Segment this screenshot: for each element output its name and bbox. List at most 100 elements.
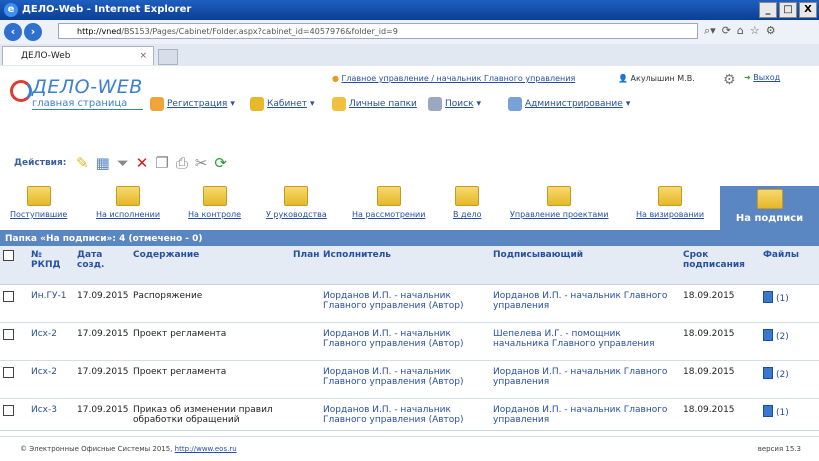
actions-label: Действия: <box>14 158 67 168</box>
delete-icon[interactable]: ✕ <box>136 154 149 172</box>
home-icon[interactable]: ⌂ <box>737 24 744 38</box>
exit-link[interactable]: ➜ Выход <box>744 73 780 82</box>
department-path[interactable]: ● Главное управление / начальник Главног… <box>332 74 575 83</box>
folder-icon <box>756 189 783 209</box>
copy-icon[interactable]: ❐ <box>155 154 168 172</box>
col-num-header[interactable]: № РКПД <box>28 246 74 285</box>
address-bar-row: ‹ › http://vned/BS153/Pages/Cabinet/Fold… <box>0 20 819 45</box>
folder-management[interactable]: У руководства <box>266 186 327 219</box>
doc-files[interactable]: (2) <box>760 322 819 361</box>
cabinet-icon <box>250 97 264 111</box>
doc-signer[interactable]: Иорданов И.П. - начальник Главного управ… <box>490 360 680 399</box>
doc-executor[interactable]: Иорданов И.П. - начальник Главного управ… <box>320 322 490 361</box>
doc-number[interactable]: Ин.ГУ-1 <box>28 284 74 323</box>
home-link[interactable]: главная страница <box>32 98 143 110</box>
doc-executor[interactable]: Иорданов И.П. - начальник Главного управ… <box>320 360 490 399</box>
folder-in-execution[interactable]: На исполнении <box>96 186 160 219</box>
settings-gear-icon[interactable]: ⚙ <box>766 24 776 38</box>
close-tab-icon[interactable]: × <box>139 47 147 65</box>
menu-registration[interactable]: Регистрация ▾ <box>150 97 235 111</box>
doc-executor[interactable]: Иорданов И.П. - начальник Главного управ… <box>320 284 490 323</box>
folder-icon <box>376 186 401 206</box>
print-icon[interactable]: ⎙ <box>176 154 188 172</box>
app-logo[interactable]: ДЕЛО-WEB главная страница <box>10 76 143 110</box>
menu-cabinet[interactable]: Кабинет ▾ <box>250 97 315 111</box>
chevron-down-icon: ▾ <box>625 99 631 109</box>
file-icon <box>763 329 773 341</box>
doc-number[interactable]: Исх-2 <box>28 322 74 361</box>
file-icon <box>763 291 773 303</box>
col-content-header[interactable]: Содержание <box>130 246 290 285</box>
menu-personal-folders[interactable]: Личные папки <box>332 97 417 111</box>
logo-text: ДЕЛО-WEB <box>32 76 143 98</box>
forward-arrow-icon[interactable]: › <box>24 23 42 41</box>
eos-link[interactable]: http://www.eos.ru <box>175 445 237 453</box>
row-checkbox[interactable] <box>3 291 14 302</box>
doc-content: Проект регламента <box>130 360 290 399</box>
table-row[interactable]: Исх-2 17.09.2015 Проект регламента Иорда… <box>0 322 819 361</box>
documents-table: № РКПД Дата созд. Содержание План Исполн… <box>0 246 819 437</box>
actions-toolbar: ✎ ▦ ⏷ ✕ ❐ ⎙ ✂ ⟳ <box>76 154 227 172</box>
doc-signer[interactable]: Иорданов И.П. - начальник Главного управ… <box>490 284 680 323</box>
col-plan-header[interactable]: План <box>290 246 320 285</box>
folder-on-signature[interactable]: На подписи <box>720 186 819 230</box>
refresh-icon[interactable]: ⟳ <box>722 24 731 38</box>
admin-icon <box>508 97 522 111</box>
select-all-checkbox[interactable] <box>3 250 14 261</box>
doc-plan <box>290 322 320 361</box>
search-dropdown-icon[interactable]: ⌕▾ <box>704 24 716 38</box>
file-icon <box>763 367 773 379</box>
browser-tab[interactable]: ДЕЛО-Web × <box>2 46 154 65</box>
menu-search[interactable]: Поиск ▾ <box>428 97 481 111</box>
edit-document-icon[interactable]: ✎ <box>76 154 89 172</box>
tab-label: ДЕЛО-Web <box>21 51 71 61</box>
folder-icon <box>547 186 572 206</box>
row-checkbox[interactable] <box>3 405 14 416</box>
table-row[interactable]: Ин.ГУ-1 17.09.2015 Распоряжение Иорданов… <box>0 284 819 323</box>
doc-deadline: 18.09.2015 <box>680 360 760 399</box>
folder-to-file[interactable]: В дело <box>453 186 482 219</box>
department-icon: ● <box>332 74 339 83</box>
col-executor-header[interactable]: Исполнитель <box>320 246 490 285</box>
doc-number[interactable]: Исх-2 <box>28 360 74 399</box>
restore-button[interactable]: □ <box>779 2 797 18</box>
back-arrow-icon[interactable]: ‹ <box>4 23 22 41</box>
page-footer: © Электронные Офисные Системы 2015, http… <box>0 430 819 461</box>
new-tab-button[interactable] <box>158 49 178 65</box>
doc-content: Распоряжение <box>130 284 290 323</box>
doc-files[interactable]: (2) <box>760 360 819 399</box>
minimize-button[interactable]: _ <box>759 2 777 18</box>
exit-arrow-icon: ➜ <box>744 73 751 82</box>
select-all-header <box>0 246 28 285</box>
refresh-list-icon[interactable]: ⟳ <box>214 154 227 172</box>
row-checkbox[interactable] <box>3 329 14 340</box>
menu-administration[interactable]: Администрирование ▾ <box>508 97 630 111</box>
grid-icon[interactable]: ▦ <box>96 154 110 172</box>
user-info[interactable]: 👤 Акулышин М.В. <box>618 74 695 83</box>
filter-icon[interactable]: ⏷ <box>117 154 129 172</box>
doc-files[interactable]: (1) <box>760 284 819 323</box>
folder-on-review[interactable]: На рассмотрении <box>352 186 425 219</box>
folder-on-control[interactable]: На контроле <box>188 186 241 219</box>
chevron-down-icon: ▾ <box>476 99 482 109</box>
attach-icon[interactable]: ✂ <box>195 154 208 172</box>
doc-signer[interactable]: Шепелева И.Г. - помощник начальника Глав… <box>490 322 680 361</box>
col-files-header[interactable]: Файлы <box>760 246 819 285</box>
close-button[interactable]: X <box>799 2 817 18</box>
search-icon <box>428 97 442 111</box>
chevron-down-icon: ▾ <box>230 99 235 109</box>
folder-icon <box>455 186 480 206</box>
col-date-header[interactable]: Дата созд. <box>74 246 130 285</box>
folders-icon <box>332 97 346 111</box>
row-checkbox[interactable] <box>3 367 14 378</box>
favorites-star-icon[interactable]: ☆ <box>750 24 760 38</box>
address-field[interactable]: http://vned/BS153/Pages/Cabinet/Folder.a… <box>58 23 698 39</box>
folder-incoming[interactable]: Поступившие <box>10 186 67 219</box>
settings-icon[interactable]: ⚙ <box>723 72 736 88</box>
doc-deadline: 18.09.2015 <box>680 284 760 323</box>
col-signer-header[interactable]: Подписывающий <box>490 246 680 285</box>
folder-project-management[interactable]: Управление проектами <box>510 186 608 219</box>
folder-on-approval[interactable]: На визировании <box>636 186 704 219</box>
table-row[interactable]: Исх-2 17.09.2015 Проект регламента Иорда… <box>0 360 819 399</box>
col-deadline-header[interactable]: Срок подписания <box>680 246 760 285</box>
